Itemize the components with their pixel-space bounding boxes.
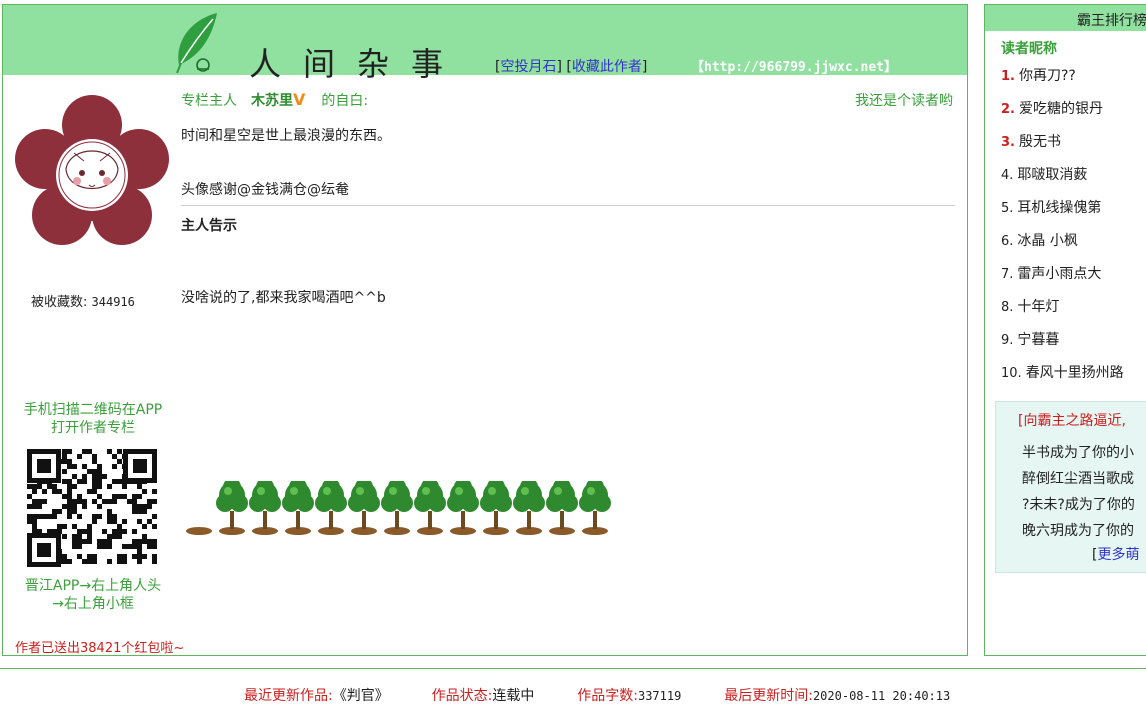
tree-garden — [186, 481, 611, 535]
rank-name: 爱吃糖的银丹 — [1018, 101, 1103, 117]
rank-number: 1. — [1001, 69, 1015, 84]
supporter-line: 醉倒红尘酒当歌成 — [1022, 471, 1134, 487]
supporter-box: [向霸主之路逼近, 半书成为了你的小 醉倒红尘酒当歌成 ?未未?成为了你的 晚六玥成为… — [995, 401, 1146, 573]
owner-name[interactable]: 木苏里 — [251, 93, 293, 109]
owner-label: 专栏主人 — [181, 93, 237, 109]
tree-icon — [381, 481, 413, 535]
vip-badge-icon: V — [293, 90, 306, 109]
supporter-box-title: [向霸主之路逼近, — [1018, 413, 1126, 429]
rank-name: 宁暮暮 — [1017, 332, 1060, 348]
author-avatar — [15, 87, 169, 293]
rank-item[interactable]: 2. 爱吃糖的银丹 — [1001, 98, 1124, 131]
header-links: [空投月石] [收藏此作者] — [495, 56, 647, 76]
time-value: 2020-08-11 20:40:13 — [812, 689, 951, 703]
leaf-logo-icon — [176, 13, 217, 73]
tree-icon — [348, 481, 380, 535]
words-value: 337119 — [637, 689, 682, 703]
moonstone-link[interactable]: 空投月石 — [500, 59, 556, 75]
rank-name: 你再刀?? — [1018, 68, 1076, 84]
bio-credit: 头像感谢@金钱满仓@纭奙 — [181, 182, 349, 198]
tree-icon — [480, 481, 512, 535]
reader-link[interactable]: 我还是个读者哟 — [855, 90, 953, 110]
rank-number: 2. — [1001, 102, 1015, 117]
tree-icon — [414, 481, 446, 535]
qr-code[interactable] — [27, 449, 157, 567]
more-supporters-link[interactable]: 更多萌 — [1097, 547, 1139, 563]
rank-item[interactable]: 4. 耶啵取消薮 — [1001, 164, 1124, 197]
rank-number: 10. — [1001, 366, 1022, 381]
rank-number: 9. — [1001, 333, 1014, 348]
notice-title: 主人告示 — [181, 218, 237, 234]
rank-item[interactable]: 6. 冰晶 小枫 — [1001, 230, 1124, 263]
rank-number: 7. — [1001, 267, 1014, 282]
supporter-line: 晚六玥成为了你的 — [1022, 523, 1134, 539]
favorite-author-link[interactable]: 收藏此作者 — [572, 59, 642, 75]
rank-name: 耳机线操傀第 — [1017, 200, 1102, 216]
site-title: 人间杂事 — [249, 45, 466, 83]
works-info: 最近更新作品:《判官》 作品状态:连载中 作品字数:337119 最后更新时间:… — [244, 685, 950, 705]
tree-icon — [315, 481, 347, 535]
sidebar-header: 霸王排行榜 — [985, 5, 1146, 31]
tree-icon — [546, 481, 578, 535]
tree-icon — [579, 481, 611, 535]
rank-item[interactable]: 10. 春风十里扬州路 — [1001, 362, 1124, 395]
rank-number: 6. — [1001, 234, 1014, 249]
rank-list: 1. 你再刀?? 2. 爱吃糖的银丹 3. 殷无书 4. 耶啵取消薮 5. 耳机线操傀第 6. 冰晶 … — [1001, 65, 1124, 395]
status-label: 作品状态: — [431, 688, 493, 704]
rank-number: 5. — [1001, 201, 1014, 216]
bracket: ] [ — [556, 59, 572, 75]
redpacket-count: 作者已送出38421个红包啦~ — [15, 641, 185, 656]
rank-title: 读者昵称 — [1001, 41, 1057, 57]
rank-number: 8. — [1001, 300, 1014, 315]
bio-line: 时间和星空是世上最浪漫的东西。 — [181, 128, 391, 144]
sidebar-title: 霸王排行榜 — [1077, 13, 1146, 29]
favorites-count: 被收藏数: 344916 — [31, 291, 135, 310]
time-label: 最后更新时间: — [724, 688, 813, 704]
empty-plot-icon — [186, 527, 212, 535]
tree-icon — [216, 481, 248, 535]
tree-icon — [249, 481, 281, 535]
more-supporters: [更多萌 — [1092, 544, 1139, 564]
bracket: ] — [641, 59, 648, 75]
rank-number: 3. — [1001, 135, 1015, 150]
owner-suffix: 的自白: — [321, 93, 369, 109]
rank-item[interactable]: 1. 你再刀?? — [1001, 65, 1124, 98]
rank-name: 春风十里扬州路 — [1025, 365, 1124, 381]
rank-name: 十年灯 — [1017, 299, 1060, 315]
supporter-line: 半书成为了你的小 — [1022, 445, 1134, 461]
column-header: 人间杂事 [空投月石] [收藏此作者] 【http://966799.jjwxc… — [3, 5, 967, 83]
tree-icon — [513, 481, 545, 535]
rank-name: 雷声小雨点大 — [1017, 266, 1102, 282]
author-column-panel: 人间杂事 [空投月石] [收藏此作者] 【http://966799.jjwxc… — [2, 4, 968, 656]
rank-name: 耶啵取消薮 — [1017, 167, 1088, 183]
latest-work-link[interactable]: 《判官》 — [333, 688, 389, 704]
supporter-list: 半书成为了你的小 醉倒红尘酒当歌成 ?未未?成为了你的 晚六玥成为了你的 — [1022, 442, 1135, 546]
status-value: 连载中 — [492, 688, 535, 704]
works-footer: 最近更新作品:《判官》 作品状态:连载中 作品字数:337119 最后更新时间:… — [0, 668, 1146, 716]
rank-item[interactable]: 3. 殷无书 — [1001, 131, 1124, 164]
qr-caption: 手机扫描二维码在APP打开作者专栏 — [23, 402, 163, 436]
rank-name: 殷无书 — [1018, 134, 1061, 150]
tree-icon — [447, 481, 479, 535]
favorites-label: 被收藏数: — [31, 295, 88, 310]
rank-item[interactable]: 8. 十年灯 — [1001, 296, 1124, 329]
words-label: 作品字数: — [577, 688, 638, 704]
qr-hint: 晋江APP→右上角人头→右上角小框 — [24, 578, 162, 612]
rank-number: 4. — [1001, 168, 1014, 183]
rank-sidebar: 霸王排行榜 读者昵称 1. 你再刀?? 2. 爱吃糖的银丹 3. 殷无书 4. 耶啵取消薮 5.… — [984, 4, 1146, 656]
favorites-number: 344916 — [91, 295, 135, 309]
notice-body: 没啥说的了,都来我家喝酒吧^^b — [181, 290, 386, 306]
rank-item[interactable]: 9. 宁暮暮 — [1001, 329, 1124, 362]
divider — [181, 205, 955, 206]
supporter-line: ?未未?成为了你的 — [1022, 497, 1135, 513]
owner-line: 专栏主人 木苏里V 的自白: — [181, 90, 368, 110]
rank-item[interactable]: 7. 雷声小雨点大 — [1001, 263, 1124, 296]
column-url[interactable]: 【http://966799.jjwxc.net】 — [691, 56, 897, 75]
rank-item[interactable]: 5. 耳机线操傀第 — [1001, 197, 1124, 230]
rank-name: 冰晶 小枫 — [1017, 233, 1078, 249]
latest-label: 最近更新作品: — [244, 688, 333, 704]
tree-icon — [282, 481, 314, 535]
